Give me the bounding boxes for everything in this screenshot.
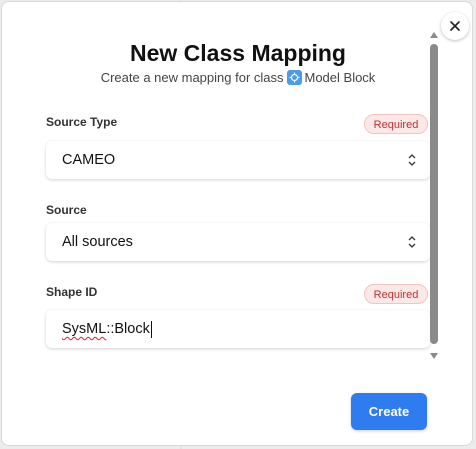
chevron-up-down-icon [408,236,416,248]
create-button[interactable]: Create [351,393,427,430]
shape-id-value: SysML::Block [62,310,152,348]
text-caret [150,320,152,338]
shape-id-value-prefix: SysML [62,321,107,337]
source-type-label: Source Type [46,115,118,129]
source-label: Source [46,203,87,217]
class-name: Model Block [304,70,376,85]
close-icon [450,21,460,31]
source-type-value: CAMEO [62,152,116,168]
model-block-icon [286,70,302,85]
subtitle-text: Create a new mapping for class [100,70,284,85]
close-button[interactable] [441,12,469,40]
source-type-required-badge: Required [364,114,428,134]
dialog-title: New Class Mapping [130,40,346,66]
new-class-mapping-dialog: New Class Mapping Create a new mapping f… [1,1,473,446]
source-value: All sources [62,234,133,250]
source-type-select[interactable]: CAMEO [46,141,430,179]
shape-id-input[interactable]: SysML::Block [46,310,430,348]
source-select[interactable]: All sources [46,223,430,261]
scroll-thumb[interactable] [430,44,438,344]
dialog-scrollbar[interactable] [429,32,439,364]
shape-id-label: Shape ID [46,285,98,299]
chevron-up-down-icon [408,154,416,166]
scroll-up-arrow-icon[interactable] [430,32,438,38]
dialog-subtitle: Create a new mapping for class Model Blo… [2,70,472,85]
shape-id-required-badge: Required [364,284,428,304]
shape-id-value-suffix: ::Block [106,321,150,337]
scroll-down-arrow-icon[interactable] [430,353,438,359]
